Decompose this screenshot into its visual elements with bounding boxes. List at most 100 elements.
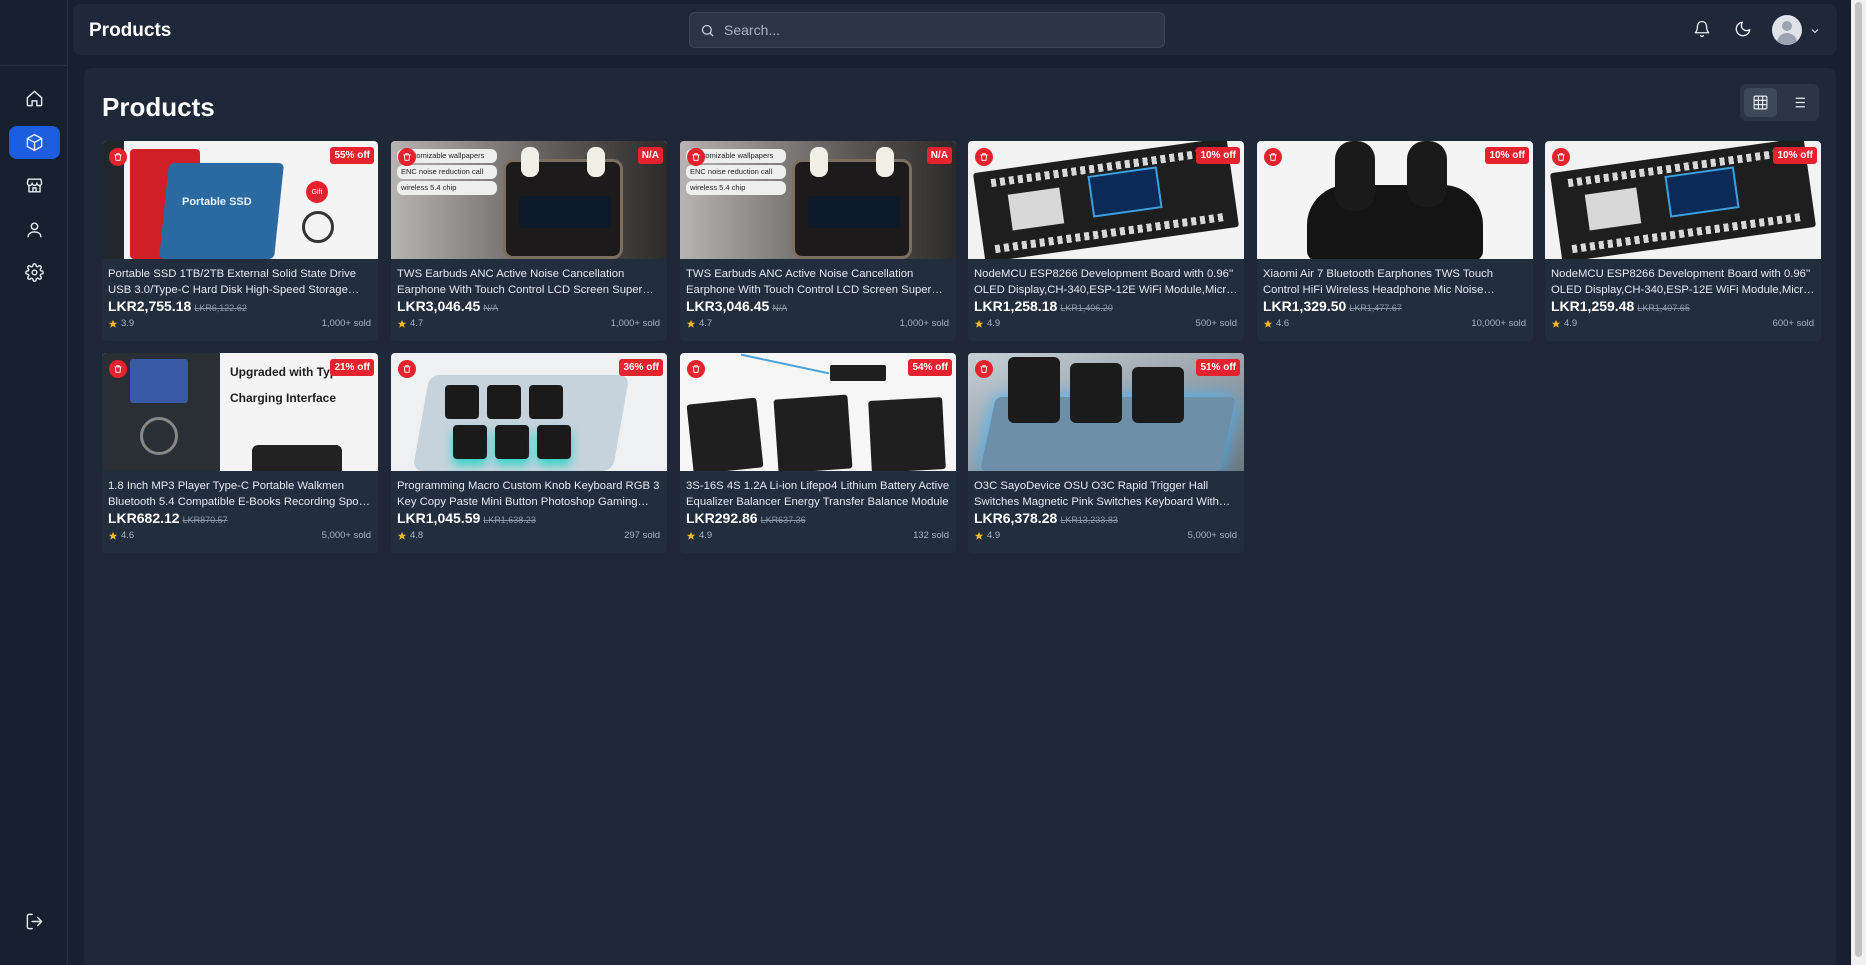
original-price: LKR13,233.83 — [1060, 515, 1118, 525]
sidebar-item-account[interactable] — [9, 213, 60, 246]
original-price: LKR1,406.20 — [1060, 303, 1113, 313]
rating-value: 4.9 — [987, 530, 1001, 541]
delete-button[interactable] — [975, 360, 993, 378]
delete-button[interactable] — [109, 360, 127, 378]
product-card[interactable]: 54% off 3S-16S 4S 1.2A Li-ion Lifepo4 Li… — [680, 353, 956, 553]
current-price: LKR1,329.50 — [1263, 298, 1347, 314]
ssd-label: Portable SSD — [182, 196, 252, 208]
search-input[interactable] — [724, 13, 1154, 47]
avatar[interactable] — [1772, 15, 1802, 45]
delete-button[interactable] — [1264, 148, 1282, 166]
feature-line: ENC noise reduction call — [397, 165, 497, 179]
home-icon — [26, 90, 43, 107]
product-name: Programming Macro Custom Knob Keyboard R… — [397, 480, 660, 508]
delete-button[interactable] — [975, 148, 993, 166]
product-card[interactable]: 36% off Programming Macro Custom Knob Ke… — [391, 353, 667, 553]
sidebar-item-home[interactable] — [9, 82, 60, 115]
discount-badge: N/A — [926, 147, 952, 164]
original-price: N/A — [483, 303, 499, 313]
product-card[interactable]: Portable SSD Gift 55% off Portable SSD 1… — [102, 141, 378, 341]
user-menu-toggle[interactable] — [1809, 24, 1821, 42]
product-rating: 4.9 — [974, 530, 1000, 541]
theme-toggle-button[interactable] — [1734, 20, 1754, 40]
feature-line: ENC noise reduction call — [686, 165, 786, 179]
product-card[interactable]: 10% off NodeMCU ESP8266 Development Boar… — [968, 141, 1244, 341]
product-card[interactable]: 51% off O3C SayoDevice OSU O3C Rapid Tri… — [968, 353, 1244, 553]
discount-badge: 51% off — [1196, 359, 1240, 376]
product-card[interactable]: Upgraded with Type-C Charging Interface … — [102, 353, 378, 553]
rating-value: 4.9 — [1564, 318, 1578, 329]
current-price: LKR1,258.18 — [974, 298, 1058, 314]
trash-icon — [980, 153, 988, 161]
page-scrollbar[interactable] — [1851, 0, 1866, 965]
delete-button[interactable] — [687, 360, 705, 378]
sidebar-item-store[interactable] — [9, 169, 60, 202]
delete-button[interactable] — [1552, 148, 1570, 166]
star-icon — [108, 319, 118, 328]
product-card[interactable]: 10% off NodeMCU ESP8266 Development Boar… — [1545, 141, 1821, 341]
trash-icon — [692, 153, 700, 161]
feature-line: wireless 5.4 chip — [686, 181, 786, 195]
trash-icon — [114, 153, 122, 161]
product-price: LKR2,755.18 LKR6,122.62 — [108, 298, 247, 314]
rating-value: 4.6 — [1276, 318, 1290, 329]
product-image: Customizable wallpapers ENC noise reduct… — [391, 141, 667, 259]
notifications-button[interactable] — [1693, 20, 1713, 40]
rating-value: 4.6 — [121, 530, 135, 541]
sold-count: 132 sold — [913, 530, 949, 541]
star-icon — [1263, 319, 1273, 328]
view-toggle — [1740, 84, 1819, 121]
page-title: Products — [89, 20, 172, 41]
gift-label: Gift — [306, 181, 328, 203]
trash-icon — [692, 365, 700, 373]
search-box[interactable] — [689, 12, 1165, 48]
product-image: Customizable wallpapers ENC noise reduct… — [680, 141, 956, 259]
chevron-down-icon — [1811, 29, 1819, 34]
star-icon — [974, 531, 984, 540]
sold-count: 1,000+ sold — [899, 318, 949, 329]
product-card[interactable]: 10% off Xiaomi Air 7 Bluetooth Earphones… — [1257, 141, 1533, 341]
product-name: NodeMCU ESP8266 Development Board with 0… — [1551, 268, 1811, 296]
discount-badge: 10% off — [1196, 147, 1240, 164]
current-price: LKR3,046.45 — [686, 298, 770, 314]
list-view-button[interactable] — [1782, 88, 1815, 117]
delete-button[interactable] — [398, 148, 416, 166]
gear-icon — [25, 263, 44, 282]
grid-view-button[interactable] — [1744, 88, 1777, 117]
product-price: LKR1,045.59 LKR1,638.23 — [397, 510, 536, 526]
rating-value: 4.7 — [699, 318, 713, 329]
main-panel: Products Portable SSD Gift 55% off Porta… — [84, 68, 1836, 965]
store-icon — [26, 178, 43, 193]
delete-button[interactable] — [687, 148, 705, 166]
product-name: O3C SayoDevice OSU O3C Rapid Trigger Hal… — [974, 480, 1219, 508]
headline-line: Charging Interface — [230, 391, 337, 405]
sidebar-item-products[interactable] — [9, 126, 60, 159]
delete-button[interactable] — [398, 360, 416, 378]
current-price: LKR1,259.48 — [1551, 298, 1635, 314]
product-name: Portable SSD 1TB/2TB External Solid Stat… — [108, 268, 357, 296]
list-icon — [1792, 97, 1805, 108]
trash-icon — [1557, 153, 1565, 161]
products-heading: Products — [102, 92, 215, 122]
product-card[interactable]: Customizable wallpapers ENC noise reduct… — [391, 141, 667, 341]
moon-icon — [1735, 21, 1751, 37]
sidebar-item-settings[interactable] — [9, 256, 60, 289]
trash-icon — [403, 365, 411, 373]
bell-icon — [1694, 20, 1710, 38]
product-price: LKR1,329.50 LKR1,477.67 — [1263, 298, 1402, 314]
product-card[interactable]: Customizable wallpapers ENC noise reduct… — [680, 141, 956, 341]
sold-count: 297 sold — [624, 530, 660, 541]
logout-button[interactable] — [9, 905, 60, 938]
product-name: TWS Earbuds ANC Active Noise Cancellatio… — [397, 268, 643, 296]
product-rating: 4.9 — [974, 318, 1000, 329]
rating-value: 4.9 — [699, 530, 713, 541]
delete-button[interactable] — [109, 148, 127, 166]
star-icon — [686, 531, 696, 540]
original-price: N/A — [772, 303, 788, 313]
product-name: 1.8 Inch MP3 Player Type-C Portable Walk… — [108, 480, 372, 508]
scrollbar-thumb[interactable] — [1855, 2, 1862, 957]
trash-icon — [980, 365, 988, 373]
discount-badge: N/A — [637, 147, 663, 164]
product-price: LKR292.86 LKR637.36 — [686, 510, 806, 526]
rating-value: 4.7 — [410, 318, 424, 329]
